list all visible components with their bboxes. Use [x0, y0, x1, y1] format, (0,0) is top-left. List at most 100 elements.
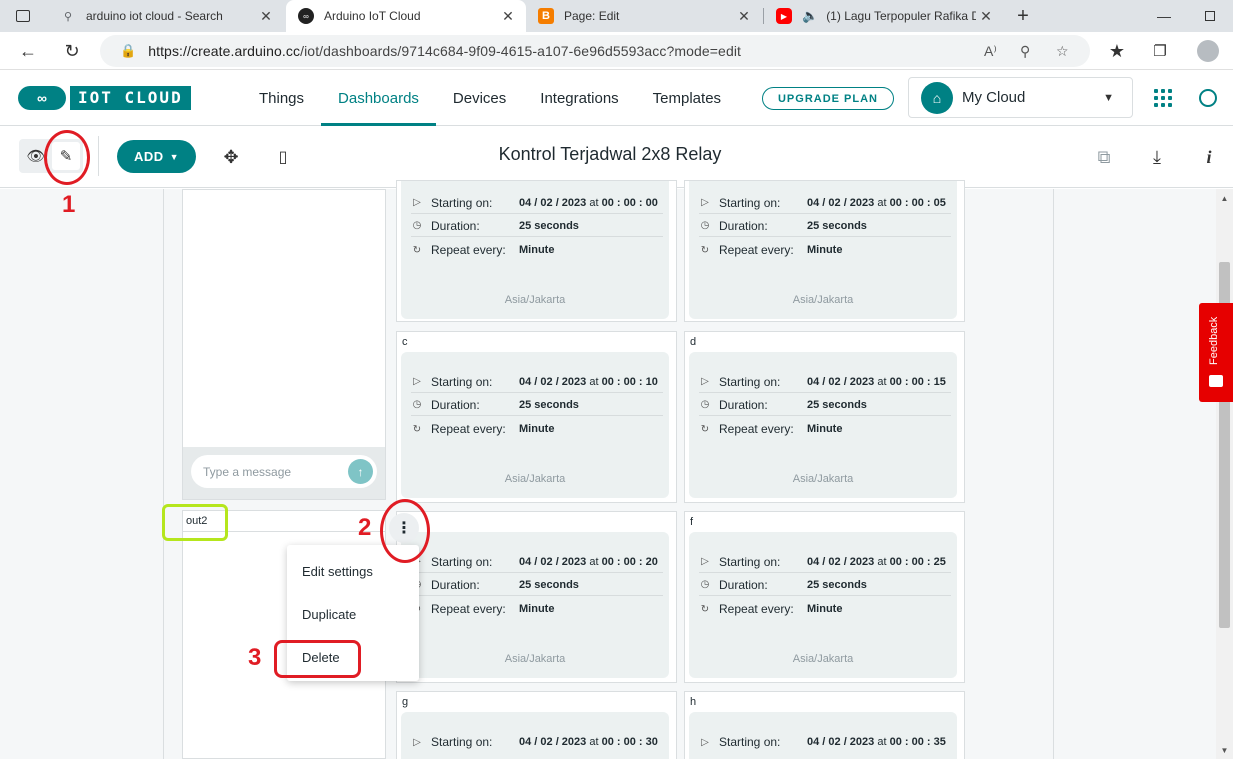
message-input[interactable]: Type a message ↑: [191, 455, 377, 488]
starting-value: 04 / 02 / 2023 at 00 : 00 : 25: [807, 555, 946, 568]
duration-row: ◷ Duration: 25 seconds: [411, 574, 663, 596]
main-nav: Things Dashboards Devices Integrations T…: [242, 70, 738, 126]
scheduler-widget[interactable]: f ▷ Starting on: 04 / 02 / 2023 at 00 : …: [684, 511, 965, 683]
nav-dashboards[interactable]: Dashboards: [321, 70, 436, 126]
menu-item-duplicate[interactable]: Duplicate: [302, 607, 356, 622]
duration-row: ◷ Duration: 25 seconds: [699, 394, 951, 416]
play-icon: ▷: [413, 376, 421, 387]
starting-row: ▷ Starting on: 04 / 02 / 2023 at 00 : 00…: [699, 192, 951, 214]
browser-tab-blogger[interactable]: B Page: Edit ✕: [526, 0, 762, 32]
scheduler-widget[interactable]: h ▷ Starting on: 04 / 02 / 2023 at 00 : …: [684, 691, 965, 759]
repeat-row: ↻ Repeat every: Minute: [411, 239, 663, 261]
info-button[interactable]: i: [1196, 144, 1222, 170]
feedback-tab[interactable]: Feedback: [1199, 303, 1233, 402]
clock-icon: ◷: [700, 579, 710, 590]
minimize-button[interactable]: —: [1141, 0, 1187, 32]
starting-label: Starting on:: [431, 374, 493, 389]
nav-integrations[interactable]: Integrations: [523, 70, 635, 126]
menu-item-edit-settings[interactable]: Edit settings: [302, 564, 373, 579]
audio-playing-icon[interactable]: 🔈: [802, 8, 818, 24]
annotation-number: 3: [248, 644, 262, 671]
message-placeholder: Type a message: [203, 464, 292, 479]
close-tab-icon[interactable]: ✕: [498, 8, 518, 25]
annotation-circle-options: [380, 499, 430, 563]
repeat-row: ↻ Repeat every: Minute: [411, 598, 663, 620]
arduino-logo[interactable]: ∞ IOT CLOUD: [18, 86, 191, 110]
favorites-icon[interactable]: ★: [1105, 39, 1129, 63]
download-button[interactable]: ⤓: [1144, 144, 1170, 170]
dashboard-title[interactable]: Kontrol Terjadwal 2x8 Relay: [380, 144, 840, 165]
duration-label: Duration:: [431, 577, 480, 592]
duration-value: 25 seconds: [519, 219, 579, 232]
scheduler-widget[interactable]: g ▷ Starting on: 04 / 02 / 2023 at 00 : …: [396, 691, 677, 759]
arrange-widgets-button[interactable]: ✥: [218, 144, 244, 170]
info-icon: i: [1206, 146, 1212, 167]
timezone-label: Asia/Jakarta: [792, 294, 854, 306]
search-icon: ⚲: [63, 10, 73, 23]
browser-tab-arduino[interactable]: ∞ Arduino IoT Cloud ✕: [286, 0, 526, 32]
scheduler-widget[interactable]: c ▷ Starting on: 04 / 02 / 2023 at 00 : …: [396, 331, 677, 503]
browser-profile-icon[interactable]: [1197, 40, 1219, 62]
repeat-value: Minute: [519, 244, 555, 256]
read-aloud-icon[interactable]: A⁾: [984, 35, 997, 67]
repeat-icon: ↻: [700, 423, 710, 435]
tab-actions-button[interactable]: [0, 0, 46, 32]
scheduler-name: h: [690, 696, 697, 708]
add-widget-button[interactable]: ADD ▼: [117, 140, 196, 173]
starting-row: ▷ Starting on: 04 / 02 / 2023 at 00 : 00…: [411, 731, 663, 753]
starting-row: ▷ Starting on: 04 / 02 / 2023 at 00 : 00…: [699, 731, 951, 753]
refresh-button[interactable]: ↻: [60, 39, 84, 63]
duration-value: 25 seconds: [807, 219, 867, 232]
messenger-widget[interactable]: Type a message ↑: [182, 189, 386, 500]
close-tab-icon[interactable]: ✕: [976, 8, 996, 25]
clock-icon: ◷: [700, 399, 710, 410]
browser-tab-search[interactable]: ⚲ arduino iot cloud - Search ✕: [48, 0, 284, 32]
mobile-phone-icon: ▯: [278, 149, 288, 166]
collections-icon[interactable]: ❐: [1148, 39, 1172, 63]
feedback-label: Feedback: [1208, 316, 1220, 365]
starting-value: 04 / 02 / 2023 at 00 : 00 : 30: [519, 736, 658, 748]
upgrade-plan-button[interactable]: UPGRADE PLAN: [762, 87, 894, 110]
new-tab-button[interactable]: +: [1000, 0, 1046, 32]
scheduler-widget[interactable]: ▷ Starting on: 04 / 02 / 2023 at 00 : 00…: [396, 511, 677, 683]
duration-label: Duration:: [719, 397, 768, 412]
close-tab-icon[interactable]: ✕: [256, 8, 276, 25]
mobile-layout-button[interactable]: ▯: [270, 144, 296, 170]
scheduler-body: ▷ Starting on: 04 / 02 / 2023 at 00 : 00…: [689, 532, 957, 678]
scheduler-widget[interactable]: ▷ Starting on: 04 / 02 / 2023 at 00 : 00…: [684, 180, 965, 322]
apps-grid-icon[interactable]: [1154, 89, 1172, 107]
url-host: https://create.arduino.cc: [148, 43, 301, 59]
scheduler-widget[interactable]: ▷ Starting on: 04 / 02 / 2023 at 00 : 00…: [396, 180, 677, 322]
restore-button[interactable]: [1187, 0, 1233, 32]
repeat-label: Repeat every:: [431, 422, 506, 436]
share-button[interactable]: ⧉: [1091, 144, 1117, 170]
scroll-up-icon[interactable]: ▲: [1219, 194, 1230, 203]
play-icon: ▷: [413, 197, 421, 208]
scheduler-widget[interactable]: d ▷ Starting on: 04 / 02 / 2023 at 00 : …: [684, 331, 965, 503]
close-tab-icon[interactable]: ✕: [734, 8, 754, 25]
user-account-icon[interactable]: [1199, 89, 1217, 107]
repeat-icon: ↻: [412, 244, 422, 256]
restore-icon: [1205, 11, 1215, 21]
browser-tab-youtube[interactable]: ▶ 🔈 (1) Lagu Terpopuler Rafika D ✕: [764, 0, 1004, 32]
duration-row: ◷ Duration: 25 seconds: [411, 215, 663, 237]
back-button[interactable]: ←: [16, 39, 40, 63]
url-input[interactable]: 🔒 https://create.arduino.cc/iot/dashboar…: [100, 35, 1090, 67]
starting-label: Starting on:: [719, 374, 781, 389]
tab-label: Page: Edit: [564, 9, 620, 23]
duration-label: Duration:: [719, 218, 768, 233]
canvas-guide-left: [163, 189, 164, 759]
cloud-selector[interactable]: ⌂ My Cloud ▼: [908, 77, 1133, 118]
zoom-icon[interactable]: ⚲: [1020, 35, 1030, 67]
nav-things[interactable]: Things: [242, 70, 321, 126]
duration-value: 25 seconds: [807, 578, 867, 591]
add-label: ADD: [133, 149, 164, 164]
annotation-number: 2: [358, 514, 372, 541]
nav-devices[interactable]: Devices: [436, 70, 523, 126]
tab-label: Arduino IoT Cloud: [324, 9, 421, 23]
send-message-button[interactable]: ↑: [348, 459, 373, 484]
nav-templates[interactable]: Templates: [636, 70, 738, 126]
starting-value: 04 / 02 / 2023 at 00 : 00 : 05: [807, 196, 946, 209]
scroll-down-icon[interactable]: ▼: [1219, 746, 1230, 755]
add-favorite-icon[interactable]: ☆: [1056, 35, 1069, 67]
